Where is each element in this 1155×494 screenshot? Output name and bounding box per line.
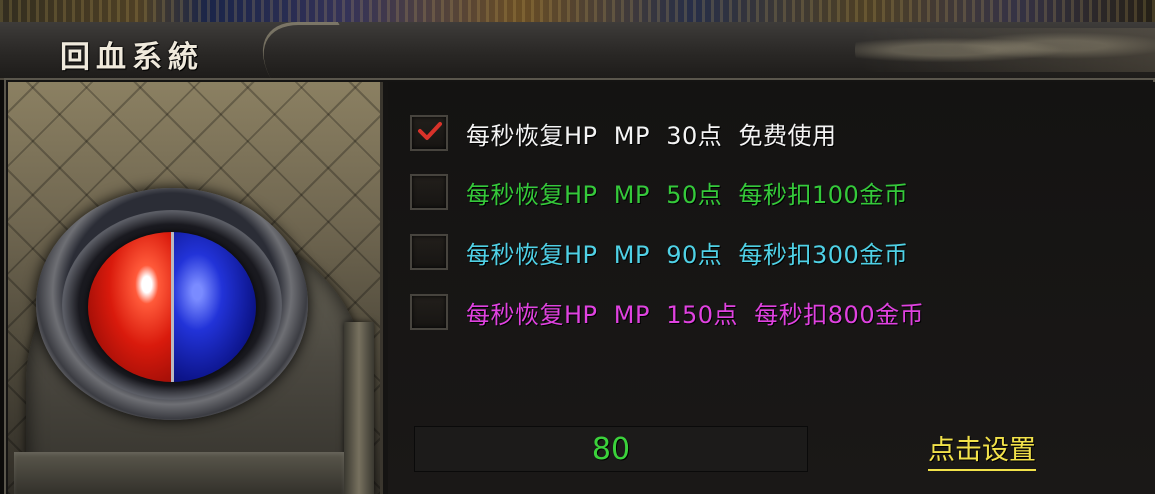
option-label-150: 每秒恢复HP MP 150点 每秒扣800金币: [466, 300, 925, 329]
option-row-50[interactable]: 每秒恢复HP MP 50点 每秒扣100金币: [410, 172, 908, 212]
checkmark-icon: [418, 122, 442, 140]
title-ornament-swoosh: [237, 22, 373, 81]
option-checkbox-30[interactable]: [410, 115, 448, 151]
recovery-value-input[interactable]: 80: [414, 426, 808, 472]
game-background-strip: [0, 0, 1155, 22]
stone-pillar: [344, 322, 374, 494]
apply-settings-button[interactable]: 点击设置: [928, 428, 1036, 471]
stone-base: [14, 452, 344, 494]
window-title: 回血系統: [60, 40, 204, 75]
option-row-150[interactable]: 每秒恢复HP MP 150点 每秒扣800金币: [410, 292, 924, 332]
game-window: 回血系統 每秒恢复HP MP 30点 免费使用 每秒恢复HP MP 50点 每秒…: [0, 0, 1155, 494]
option-checkbox-150[interactable]: [410, 294, 448, 330]
hp-mp-orb-icon: [88, 232, 256, 382]
recovery-value: 80: [591, 431, 631, 467]
option-row-30[interactable]: 每秒恢复HP MP 30点 免费使用: [410, 113, 837, 153]
option-label-30: 每秒恢复HP MP 30点 免费使用: [466, 121, 837, 150]
option-label-50: 每秒恢复HP MP 50点 每秒扣100金币: [466, 180, 909, 209]
option-row-90[interactable]: 每秒恢复HP MP 90点 每秒扣300金币: [410, 232, 908, 272]
option-checkbox-50[interactable]: [410, 174, 448, 210]
orb-divider: [171, 232, 174, 382]
mp-half: [172, 232, 256, 382]
dragon-ornament-icon: [855, 28, 1155, 72]
option-label-90: 每秒恢复HP MP 90点 每秒扣300金币: [466, 240, 909, 269]
hp-half: [88, 232, 172, 382]
option-checkbox-90[interactable]: [410, 234, 448, 270]
window-title-bar: 回血系統: [0, 22, 1155, 81]
